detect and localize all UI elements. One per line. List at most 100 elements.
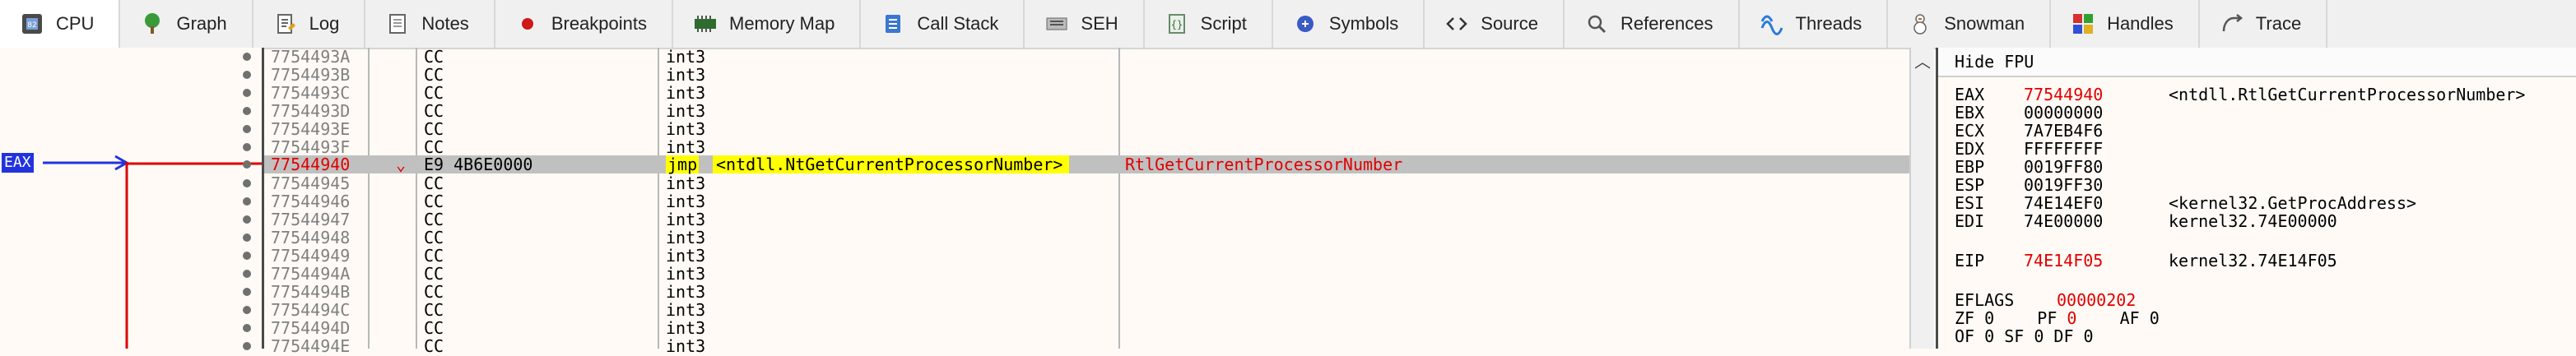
address: 77544946	[271, 192, 351, 211]
flag-zf-value[interactable]: 0	[1984, 308, 1994, 328]
breakpoint-dot-icon	[243, 233, 251, 242]
tab-source[interactable]: Source	[1425, 0, 1565, 48]
symbols-icon	[1293, 12, 1318, 36]
bytes: CC	[424, 83, 444, 103]
tab-graph[interactable]: Graph	[120, 0, 253, 48]
register-value[interactable]: 77544940	[2024, 86, 2103, 104]
disassembly-view[interactable]: 7754493A CC int3 7754493B CC int3 775449…	[243, 48, 1910, 355]
register-value[interactable]: 00000202	[2057, 291, 2136, 309]
jump-target[interactable]: <ntdll.NtGetCurrentProcessorNumber>	[713, 155, 1070, 173]
tab-call-stack[interactable]: Call Stack	[861, 0, 1025, 48]
register-value[interactable]: 74E14EF0	[2024, 194, 2103, 212]
tab-breakpoints[interactable]: Breakpoints	[495, 0, 673, 48]
table-row[interactable]: 77544946 CC int3	[264, 192, 1910, 210]
bytes: CC	[424, 137, 444, 157]
register-value[interactable]: FFFFFFFF	[2024, 140, 2103, 158]
cpu-view: EAX 7754493A CC int3 7754493B CC int3 77…	[0, 48, 2576, 355]
table-row[interactable]: 77544945 CC int3	[264, 174, 1910, 192]
register-ebp[interactable]: EBP 0019FF80	[1955, 158, 2576, 176]
register-edx[interactable]: EDX FFFFFFFF	[1955, 140, 2576, 158]
breakpoint-dot-icon	[243, 89, 251, 97]
tab-label: Graph	[176, 13, 227, 34]
register-value[interactable]: 7A7EB4F6	[2024, 122, 2103, 140]
svg-text:82: 82	[27, 21, 36, 30]
bytes: CC	[424, 318, 444, 338]
table-row[interactable]: 77544948 CC int3	[264, 229, 1910, 247]
register-esi[interactable]: ESI 74E14EF0 <kernel32.GetProcAddress>	[1955, 194, 2576, 212]
register-eflags[interactable]: EFLAGS 00000202	[1955, 291, 2576, 309]
breakpoint-dot-icon	[243, 197, 251, 206]
table-row[interactable]: 77544949 CC int3	[264, 247, 1910, 265]
references-icon	[1584, 12, 1609, 36]
instruction: int3	[666, 228, 706, 247]
register-value[interactable]: 00000000	[2024, 104, 2103, 122]
instruction: int3	[666, 192, 706, 211]
instruction: int3	[666, 264, 706, 284]
register-eip[interactable]: EIP 74E14F05 kernel32.74E14F05	[1955, 252, 2576, 270]
address: 7754493D	[271, 101, 351, 121]
register-value[interactable]: 0019FF30	[2024, 176, 2103, 194]
table-row[interactable]: 7754494D CC int3	[264, 319, 1910, 337]
tab-threads[interactable]: Threads	[1740, 0, 1889, 48]
hide-fpu-button[interactable]: Hide FPU	[1955, 52, 2034, 72]
flag-pf-value[interactable]: 0	[2067, 308, 2076, 328]
tab-cpu[interactable]: 82 CPU	[0, 0, 121, 48]
address: 7754493C	[271, 83, 351, 103]
disasm-scrollbar[interactable]: ︿	[1909, 48, 1934, 349]
tab-seh[interactable]: SEH	[1025, 0, 1145, 48]
table-row[interactable]: 7754494B CC int3	[264, 283, 1910, 301]
address: 7754494B	[271, 282, 351, 302]
address: 7754494A	[271, 264, 351, 284]
table-row[interactable]: 77544947 CC int3	[264, 210, 1910, 229]
register-name: EAX	[1955, 85, 1985, 104]
register-comment: kernel32.74E00000	[2169, 211, 2337, 231]
flag-af-value[interactable]: 0	[2150, 308, 2160, 328]
table-row[interactable]: 7754494A CC int3	[264, 265, 1910, 283]
instruction: int3	[666, 83, 706, 103]
table-row[interactable]: 7754493E CC int3	[264, 120, 1910, 138]
tab-trace[interactable]: Trace	[2200, 0, 2328, 48]
table-row[interactable]: 7754494E CC int3	[264, 337, 1910, 355]
log-icon	[273, 12, 298, 36]
register-ebx[interactable]: EBX 00000000	[1955, 104, 2576, 122]
tab-log[interactable]: Log	[253, 0, 366, 48]
table-row[interactable]: 7754493F CC int3	[264, 138, 1910, 156]
tab-label: Breakpoints	[551, 13, 647, 34]
register-value[interactable]: 0019FF80	[2024, 158, 2103, 176]
register-edi[interactable]: EDI 74E00000 kernel32.74E00000	[1955, 212, 2576, 230]
table-row[interactable]: 7754494C CC int3	[264, 301, 1910, 319]
table-row[interactable]: 7754493D CC int3	[264, 102, 1910, 120]
table-row[interactable]: 7754493B CC int3	[264, 66, 1910, 84]
tab-label: Symbols	[1328, 13, 1399, 34]
tab-symbols[interactable]: Symbols	[1273, 0, 1425, 48]
register-esp[interactable]: ESP 0019FF30	[1955, 176, 2576, 194]
disasm-gutter[interactable]: EAX	[0, 48, 264, 349]
registers-panel[interactable]: Hide FPU EAX 77544940 <ntdll.RtlGetCurre…	[1936, 48, 2576, 349]
branch-arrow-icon: ⌄	[396, 155, 407, 174]
tab-snowman[interactable]: Snowman	[1888, 0, 2052, 48]
register-value[interactable]: 74E00000	[2024, 212, 2103, 230]
registers-header: Hide FPU	[1938, 48, 2576, 77]
tab-script[interactable]: {} Script	[1145, 0, 1273, 48]
cpu-icon: 82	[20, 12, 44, 36]
table-row[interactable]: 7754493C CC int3	[264, 84, 1910, 102]
tab-handles[interactable]: Handles	[2051, 0, 2200, 48]
tab-label: CPU	[56, 13, 95, 34]
tab-memory-map[interactable]: Memory Map	[673, 0, 862, 48]
bytes: CC	[424, 173, 444, 193]
tab-references[interactable]: References	[1565, 0, 1740, 48]
address: 7754494D	[271, 318, 351, 338]
source-icon	[1444, 12, 1469, 36]
register-eax[interactable]: EAX 77544940 <ntdll.RtlGetCurrentProcess…	[1955, 86, 2576, 104]
table-row-selected[interactable]: 77544940 ⌄ E9 4B6E0000 jmp <ntdll.NtGetC…	[264, 155, 1910, 173]
jump-arrows	[43, 155, 262, 349]
register-ecx[interactable]: ECX 7A7EB4F6	[1955, 122, 2576, 140]
tab-notes[interactable]: Notes	[365, 0, 495, 48]
flag-zf-label: ZF	[1955, 308, 1975, 328]
register-value[interactable]: 74E14F05	[2024, 252, 2103, 270]
address: 7754494E	[271, 336, 351, 356]
scroll-up-icon[interactable]: ︿	[1911, 49, 1934, 72]
table-row[interactable]: 7754493A CC int3	[264, 48, 1910, 66]
bytes: CC	[424, 65, 444, 85]
bytes: E9 4B6E0000	[424, 155, 533, 174]
